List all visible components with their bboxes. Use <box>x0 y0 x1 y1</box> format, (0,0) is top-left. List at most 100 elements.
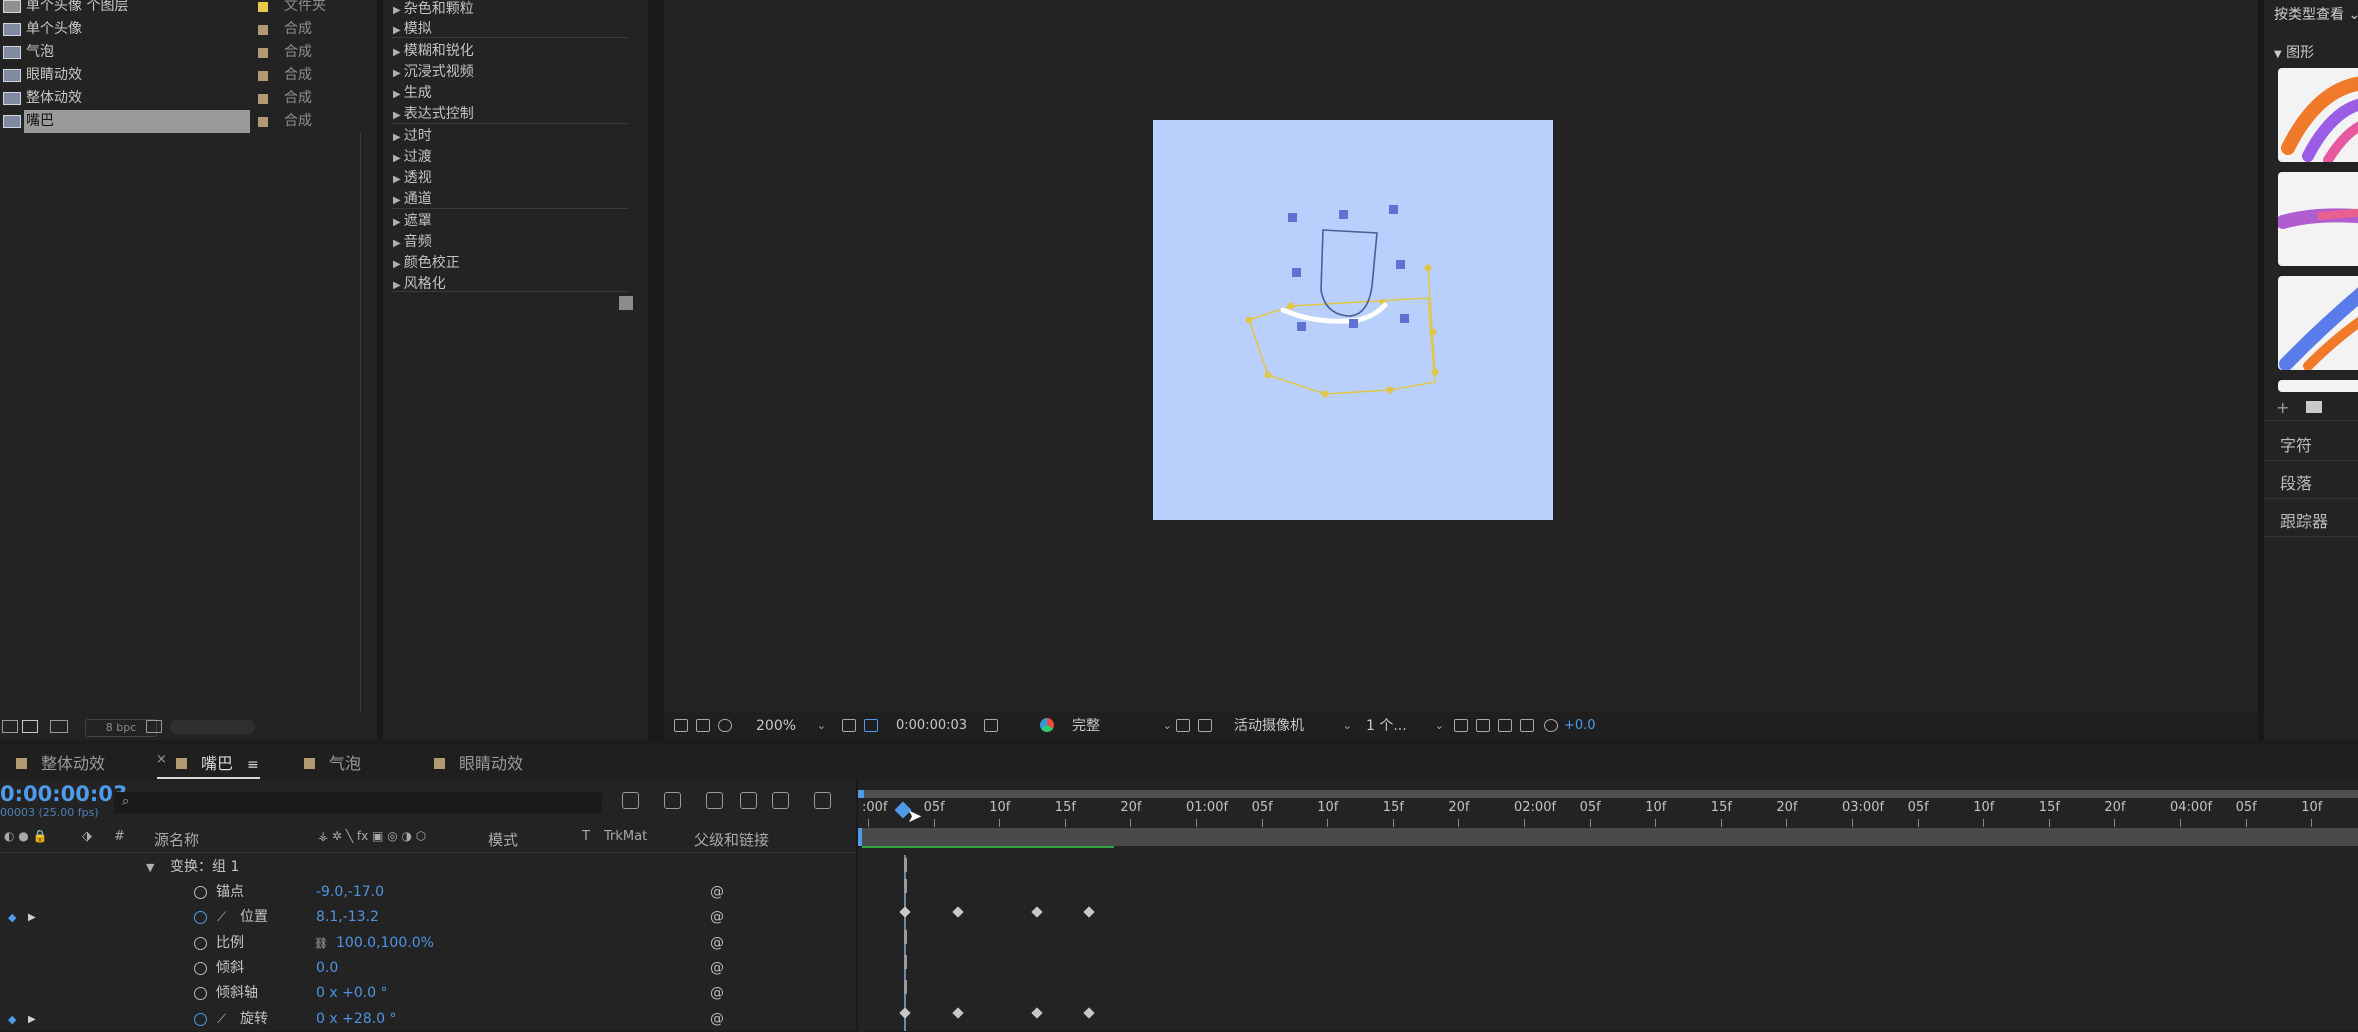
expand-arrow-icon[interactable]: ▶ <box>393 238 401 249</box>
label-color-swatch[interactable] <box>258 2 268 12</box>
expand-arrow-icon[interactable]: ▶ <box>393 5 401 16</box>
stopwatch-icon[interactable] <box>194 1012 207 1026</box>
exposure-value[interactable]: +0.0 <box>1564 716 1596 736</box>
project-item[interactable]: 单个头像 合成 <box>0 18 382 41</box>
property-value[interactable]: 8.1,-13.2 <box>316 905 379 930</box>
effect-category[interactable]: ▶ 过渡 <box>393 146 432 166</box>
fast-previews-icon[interactable] <box>1476 719 1490 732</box>
resolution-dropdown[interactable]: 完整 ⌄ <box>1072 716 1172 736</box>
layer-in-point[interactable] <box>858 828 862 846</box>
work-area-bar[interactable] <box>862 790 2358 798</box>
property-value[interactable]: 100.0,100.0% <box>336 931 434 956</box>
shy-layers-icon[interactable] <box>706 792 723 809</box>
effect-category[interactable]: ▶ 风格化 <box>393 273 446 293</box>
property-row[interactable]: 倾斜轴 0 x +0.0 ° @ <box>0 981 856 1006</box>
source-name-header[interactable]: 源名称 <box>154 829 199 850</box>
zoom-dropdown[interactable]: 200% ⌄ <box>756 716 826 736</box>
expand-arrow-icon[interactable]: ▶ <box>393 68 401 79</box>
project-item[interactable]: 气泡 合成 <box>0 41 382 64</box>
mouth-shape-artwork[interactable] <box>1153 120 1553 520</box>
timeline-tab[interactable]: 眼睛动效 <box>434 750 523 774</box>
expand-arrow-icon[interactable]: ▶ <box>393 25 401 36</box>
new-bin-icon[interactable] <box>619 296 633 310</box>
composition-flowchart-icon[interactable] <box>622 792 639 809</box>
character-panel-tab[interactable]: 字符 <box>2280 432 2312 456</box>
project-scrollbar[interactable] <box>170 720 255 734</box>
stopwatch-icon[interactable] <box>194 961 207 975</box>
interpret-footage-icon[interactable] <box>2 720 18 733</box>
expand-arrow-icon[interactable]: ▶ <box>393 47 401 58</box>
label-tag-icon[interactable]: ⬗ <box>82 829 92 844</box>
view-mode-dropdown[interactable]: 按类型查看 ⌄ <box>2274 4 2358 24</box>
project-item[interactable]: 单个头像 个图层 文件夹 <box>0 0 382 18</box>
region-of-interest-icon[interactable] <box>1176 719 1190 732</box>
pick-whip-icon[interactable]: @ <box>710 905 724 930</box>
property-value[interactable]: -9.0,-17.0 <box>316 880 384 905</box>
pick-whip-icon[interactable]: @ <box>710 880 724 905</box>
switches-icons[interactable]: ⚶ ✲ ╲ fx ▣ ◎ ◑ ⬡ <box>318 829 426 843</box>
rgb-channel-icon[interactable] <box>1040 718 1054 732</box>
timeline-current-time[interactable]: 0:00:00:03 <box>0 782 127 806</box>
frame-blending-icon[interactable] <box>740 792 757 809</box>
tracker-panel-tab[interactable]: 跟踪器 <box>2280 508 2328 532</box>
snapshot-camera-icon[interactable] <box>984 719 998 732</box>
expand-arrow-icon[interactable]: ▶ <box>393 259 401 270</box>
label-color-swatch[interactable] <box>258 117 268 127</box>
paragraph-panel-tab[interactable]: 段落 <box>2280 470 2312 494</box>
graphic-thumbnail-3[interactable] <box>2278 276 2358 370</box>
label-color-swatch[interactable] <box>258 25 268 35</box>
stopwatch-icon[interactable] <box>194 936 207 950</box>
effect-category[interactable]: ▶ 沉浸式视频 <box>393 61 474 81</box>
timeline-search-input[interactable]: ⌕ <box>114 792 602 814</box>
new-folder-icon[interactable] <box>22 720 38 733</box>
effect-category[interactable]: ▶ 音频 <box>393 231 432 251</box>
graphic-thumbnail-2[interactable] <box>2278 172 2358 266</box>
stopwatch-icon[interactable] <box>194 886 207 899</box>
tab-menu-icon[interactable]: ≡ <box>247 757 259 773</box>
stopwatch-icon[interactable] <box>194 911 207 925</box>
property-row[interactable]: 比例 ⛓ 100.0,100.0% @ <box>0 931 856 956</box>
label-color-swatch[interactable] <box>258 94 268 104</box>
expand-arrow-icon[interactable]: ▶ <box>393 132 401 143</box>
panel-divider[interactable] <box>648 0 664 740</box>
transform-group-row[interactable]: ▼ 变换：组 1 <box>0 855 856 880</box>
safe-zones-icon[interactable] <box>842 719 856 732</box>
graph-icon[interactable]: ⟋ <box>217 905 226 930</box>
timeline-tab[interactable]: 整体动效 × <box>16 750 167 774</box>
trash-icon[interactable] <box>146 720 162 733</box>
graphic-thumbnail-1[interactable] <box>2278 68 2358 162</box>
effect-category[interactable]: ▶ 表达式控制 <box>393 103 474 123</box>
property-row[interactable]: ◆ ▶ ⟋ 旋转 0 x +28.0 ° @ <box>0 1007 856 1032</box>
work-area-start-handle[interactable] <box>858 790 864 798</box>
property-row[interactable]: 锚点 -9.0,-17.0 @ <box>0 880 856 905</box>
expand-arrow-icon[interactable]: ▶ <box>393 153 401 164</box>
motion-blur-icon[interactable] <box>772 792 789 809</box>
graphics-section-header[interactable]: ▼ 图形 <box>2274 42 2314 62</box>
timeline-icon[interactable] <box>1498 719 1512 732</box>
new-composition-icon[interactable] <box>50 720 68 733</box>
pick-whip-icon[interactable]: @ <box>710 981 724 1006</box>
timeline-tab[interactable]: 气泡 <box>304 750 361 774</box>
keyframe-navigator-icon[interactable]: ◆ <box>8 1007 16 1032</box>
keyframe-navigator-icon[interactable]: ◆ <box>8 905 16 930</box>
expand-arrow-icon[interactable]: ▶ <box>28 905 36 930</box>
effect-category[interactable]: ▶ 生成 <box>393 82 432 102</box>
toggle-pixel-aspect-icon[interactable] <box>1454 719 1468 732</box>
timeline-tab[interactable]: 嘴巴 ≡ <box>176 750 259 774</box>
always-preview-icon[interactable] <box>674 719 688 732</box>
viewer-timecode[interactable]: 0:00:00:03 <box>896 716 967 736</box>
effect-category[interactable]: ▶ 遮罩 <box>393 210 432 230</box>
effect-category[interactable]: ▶ 模拟 <box>393 18 432 38</box>
expand-arrow-icon[interactable]: ▶ <box>393 217 401 228</box>
close-tab-icon[interactable]: × <box>156 752 167 767</box>
property-value[interactable]: 0 x +0.0 ° <box>316 981 388 1006</box>
effect-category[interactable]: ▶ 过时 <box>393 125 432 145</box>
expand-arrow-icon[interactable]: ▶ <box>393 89 401 100</box>
toggle-mask-path-icon[interactable] <box>864 719 878 732</box>
add-graphic-icon[interactable]: + <box>2276 398 2289 417</box>
composition-canvas[interactable] <box>1153 120 1553 520</box>
expand-arrow-icon[interactable]: ▶ <box>393 195 401 206</box>
camera-dropdown[interactable]: 活动摄像机 ⌄ <box>1234 716 1352 736</box>
effect-category[interactable]: ▶ 模糊和锐化 <box>393 40 474 60</box>
reset-exposure-icon[interactable] <box>1544 719 1558 732</box>
